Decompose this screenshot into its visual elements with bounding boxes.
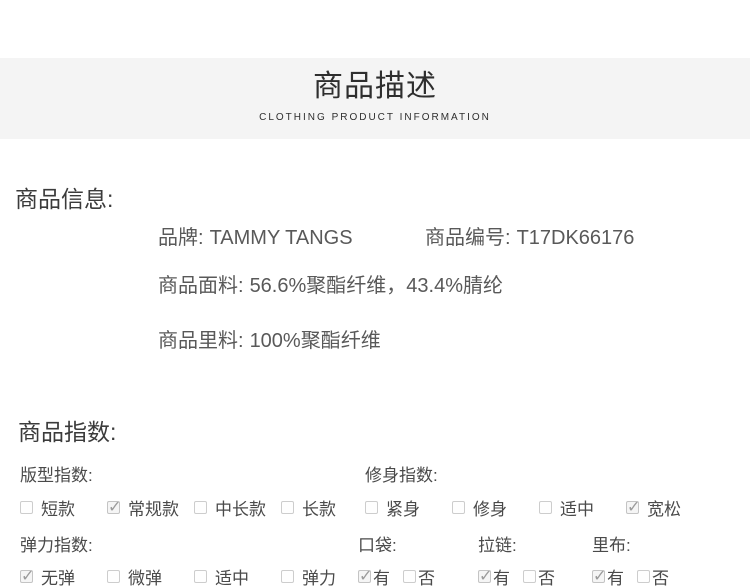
checkbox-mid-long[interactable]: [194, 500, 207, 514]
option-label: 适中: [560, 499, 594, 519]
product-description-page: 商品描述 CLOTHING PRODUCT INFORMATION 商品信息: …: [0, 0, 750, 587]
option-label: 无弹: [41, 568, 75, 587]
lining-fabric-row: 商品里料: 100%聚酯纤维: [158, 329, 381, 353]
lining-options-row: 有 否: [592, 564, 669, 587]
option-label: 有: [493, 568, 510, 587]
checkbox-pocket-yes[interactable]: [358, 566, 372, 586]
brand-pair: 品牌: TAMMY TANGS: [158, 227, 353, 249]
sku-label: 商品编号:: [425, 227, 511, 249]
product-info-heading: 商品信息:: [15, 186, 114, 212]
option-zipper-yes: 有: [478, 564, 510, 587]
brand-value: TAMMY TANGS: [209, 227, 353, 249]
checkbox-short[interactable]: [20, 500, 33, 514]
product-index-heading: 商品指数:: [18, 419, 117, 445]
header-band: 商品描述 CLOTHING PRODUCT INFORMATION: [0, 58, 750, 139]
checkbox-stretch[interactable]: [281, 569, 294, 583]
checkbox-moderate-fit[interactable]: [539, 500, 552, 514]
pocket-options-row: 有 否: [358, 564, 435, 587]
option-stretch: 弹力: [281, 564, 368, 587]
checkbox-lining-yes[interactable]: [592, 566, 606, 586]
checkbox-regular[interactable]: [107, 497, 121, 517]
lining-label: 里布:: [592, 536, 631, 555]
option-label: 弹力: [302, 568, 336, 587]
checkbox-long[interactable]: [281, 500, 294, 514]
option-label: 否: [418, 568, 435, 587]
option-moderate-fit: 适中: [539, 495, 626, 520]
option-label: 修身: [473, 499, 507, 519]
fabric-label: 商品面料:: [158, 275, 244, 297]
brand-sku-row: 品牌: TAMMY TANGS 商品编号: T17DK66176: [158, 226, 634, 250]
option-short: 短款: [20, 495, 107, 520]
option-label: 适中: [215, 568, 249, 587]
option-label: 常规款: [128, 499, 179, 519]
slim-options-row: 紧身 修身 适中 宽松: [365, 495, 713, 520]
option-tight: 紧身: [365, 495, 452, 520]
option-loose: 宽松: [626, 495, 713, 520]
brand-label: 品牌:: [158, 227, 204, 249]
option-slim: 修身: [452, 495, 539, 520]
option-lining-no: 否: [637, 564, 669, 587]
fit-index-label: 版型指数:: [20, 466, 93, 485]
checkbox-moderate-stretch[interactable]: [194, 569, 207, 583]
stretch-options-row: 无弹 微弹 适中 弹力: [20, 564, 368, 587]
option-label: 否: [538, 568, 555, 587]
zipper-options-row: 有 否: [478, 564, 555, 587]
checkbox-micro-stretch[interactable]: [107, 569, 120, 583]
checkbox-loose[interactable]: [626, 497, 640, 517]
option-pocket-yes: 有: [358, 564, 390, 587]
checkbox-lining-no[interactable]: [637, 569, 650, 583]
slim-index-label: 修身指数:: [365, 466, 438, 485]
option-label: 有: [373, 568, 390, 587]
option-regular: 常规款: [107, 495, 194, 520]
option-no-stretch: 无弹: [20, 564, 107, 587]
checkbox-zipper-yes[interactable]: [478, 566, 492, 586]
lining-fabric-label: 商品里料:: [158, 330, 244, 352]
checkbox-zipper-no[interactable]: [523, 569, 536, 583]
option-pocket-no: 否: [403, 564, 435, 587]
checkbox-no-stretch[interactable]: [20, 566, 34, 586]
option-label: 紧身: [386, 499, 420, 519]
sku-pair: 商品编号: T17DK66176: [425, 226, 634, 250]
checkbox-slim[interactable]: [452, 500, 465, 514]
page-subtitle: CLOTHING PRODUCT INFORMATION: [259, 112, 491, 123]
fabric-row: 商品面料: 56.6%聚酯纤维，43.4%腈纶: [158, 274, 503, 298]
option-micro-stretch: 微弹: [107, 564, 194, 587]
option-long: 长款: [281, 495, 368, 520]
stretch-index-label: 弹力指数:: [20, 536, 93, 555]
checkbox-pocket-no[interactable]: [403, 569, 416, 583]
option-label: 长款: [302, 499, 336, 519]
lining-fabric-value: 100%聚酯纤维: [249, 330, 381, 352]
checkbox-tight[interactable]: [365, 500, 378, 514]
option-label: 宽松: [647, 499, 681, 519]
option-label: 有: [607, 568, 624, 587]
option-label: 否: [652, 568, 669, 587]
option-moderate-stretch: 适中: [194, 564, 281, 587]
sku-value: T17DK66176: [516, 227, 635, 249]
option-label: 中长款: [215, 499, 266, 519]
option-label: 短款: [41, 499, 75, 519]
option-mid-long: 中长款: [194, 495, 281, 520]
zipper-label: 拉链:: [478, 536, 517, 555]
fit-options-row: 短款 常规款 中长款 长款: [20, 495, 368, 520]
fabric-value: 56.6%聚酯纤维，43.4%腈纶: [249, 275, 503, 297]
option-zipper-no: 否: [523, 564, 555, 587]
option-label: 微弹: [128, 568, 162, 587]
option-lining-yes: 有: [592, 564, 624, 587]
page-title: 商品描述: [313, 70, 437, 103]
pocket-label: 口袋:: [358, 536, 397, 555]
